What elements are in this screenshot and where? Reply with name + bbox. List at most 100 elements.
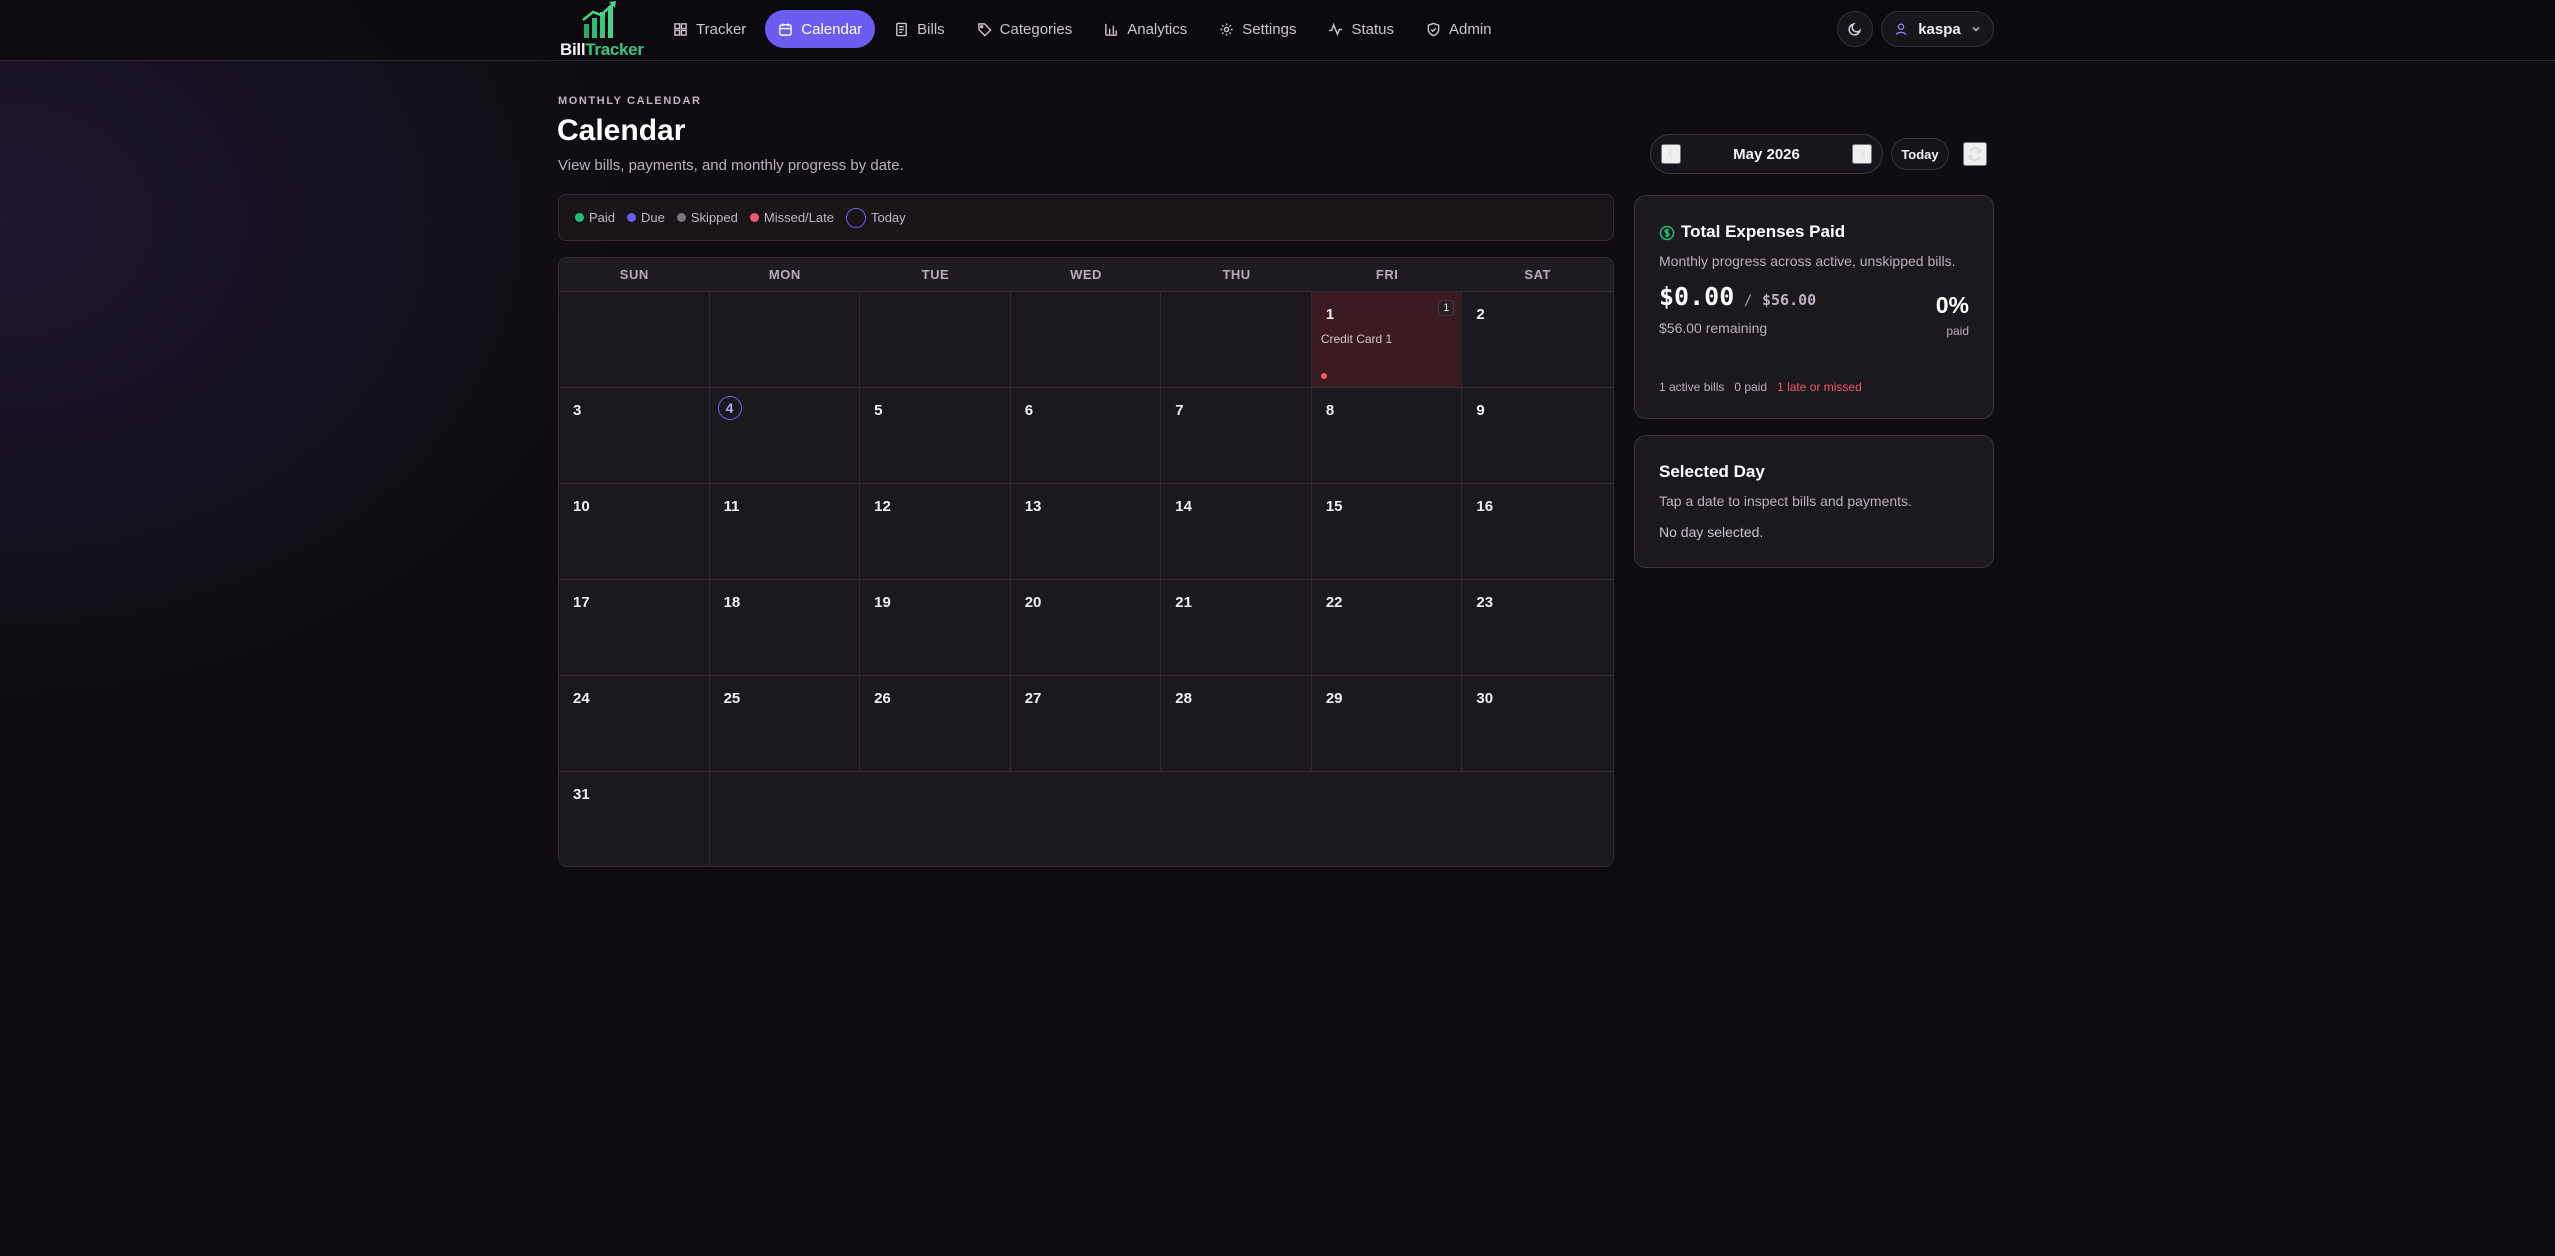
nav-label: Status: [1351, 20, 1394, 38]
grid-icon: [674, 22, 687, 36]
calendar-day-6[interactable]: 6: [1010, 388, 1162, 484]
nav-label: Bills: [917, 20, 945, 38]
calendar-day-21[interactable]: 21: [1161, 580, 1312, 676]
weekday-tue: TUE: [921, 267, 950, 282]
calendar-day-27[interactable]: 27: [1010, 676, 1162, 772]
expenses-title: Total Expenses Paid: [1681, 222, 1846, 241]
calendar-empty-cell: [1010, 292, 1162, 388]
missed-dot-icon: [749, 213, 759, 222]
next-month-button[interactable]: [1852, 144, 1872, 164]
day-number: 8: [1325, 402, 1335, 419]
logo-wordmark: BillTracker: [560, 40, 644, 60]
calendar-day-7[interactable]: 7: [1161, 388, 1312, 484]
selected-day-subtitle: Tap a date to inspect bills and payments…: [1659, 493, 1912, 509]
calendar-day-9[interactable]: 9: [1462, 388, 1613, 484]
theme-toggle-button[interactable]: [1837, 11, 1873, 47]
expenses-subtitle: Monthly progress across active, unskippe…: [1659, 253, 1956, 269]
calendar-day-3[interactable]: 3: [559, 388, 710, 484]
calendar-day-13[interactable]: 13: [1010, 484, 1162, 580]
user-menu-button[interactable]: kaspa: [1881, 11, 1994, 47]
previous-month-button[interactable]: [1661, 144, 1681, 164]
calendar-day-19[interactable]: 19: [860, 580, 1011, 676]
day-number: 2: [1476, 306, 1485, 323]
tag-icon: [977, 22, 992, 37]
nav-bills[interactable]: Bills: [881, 10, 958, 48]
nav-status[interactable]: Status: [1315, 10, 1407, 48]
nav-calendar[interactable]: Calendar: [765, 10, 876, 48]
amount-remaining: $56.00 remaining: [1659, 320, 1768, 336]
calendar-day-8[interactable]: 8: [1311, 388, 1463, 484]
day-number: 1: [1325, 306, 1335, 323]
weekday-fri: FRI: [1375, 267, 1399, 282]
calendar-day-4-today[interactable]: 4: [709, 388, 861, 484]
day-number: 5: [874, 402, 883, 419]
calendar-day-23[interactable]: 23: [1462, 580, 1613, 676]
today-button[interactable]: Today: [1891, 138, 1949, 170]
calendar-day-12[interactable]: 12: [860, 484, 1011, 580]
day-number: 21: [1175, 594, 1192, 611]
weekday-thu: THU: [1222, 267, 1251, 282]
calendar-day-15[interactable]: 15: [1311, 484, 1463, 580]
nav-label: Settings: [1242, 20, 1297, 38]
nav-admin[interactable]: Admin: [1413, 10, 1505, 48]
status-legend: Paid Due Skipped Missed/Late Today: [558, 194, 1614, 241]
moon-icon: [1848, 22, 1862, 36]
calendar-day-5[interactable]: 5: [860, 388, 1011, 484]
calendar-day-31[interactable]: 31: [559, 772, 710, 866]
day-number: 15: [1325, 498, 1343, 515]
percent-paid-label: paid: [1946, 324, 1969, 338]
amount-total: $56.00: [1761, 291, 1817, 309]
day-number: 18: [723, 594, 741, 611]
calendar-day-14[interactable]: 14: [1161, 484, 1312, 580]
no-day-selected-text: No day selected.: [1659, 524, 1764, 540]
day-number: 10: [573, 498, 590, 515]
weekday-sun: SUN: [619, 267, 649, 282]
late-missed-count: 1 late or missed: [1777, 380, 1862, 394]
calendar-day-30[interactable]: 30: [1462, 676, 1613, 772]
current-month-label: May 2026: [1733, 145, 1800, 163]
calendar-day-29[interactable]: 29: [1311, 676, 1463, 772]
calendar-day-17[interactable]: 17: [559, 580, 710, 676]
nav-categories[interactable]: Categories: [964, 10, 1086, 48]
calendar-day-24[interactable]: 24: [559, 676, 710, 772]
refresh-button[interactable]: [1963, 142, 1987, 166]
expenses-amount: $0.00 / $56.00: [1659, 282, 1816, 311]
active-bills-count: 1 active bills: [1659, 380, 1725, 394]
bill-name: Credit Card 1: [1320, 332, 1393, 346]
selected-day-title: Selected Day: [1659, 462, 1765, 481]
paid-dot-icon: [575, 213, 584, 222]
logo-word-bill: Bill: [560, 40, 586, 59]
calendar-day-22[interactable]: 22: [1311, 580, 1463, 676]
calendar-empty-cell: [1161, 292, 1312, 388]
due-dot-icon: [627, 213, 637, 222]
calendar-empty-cell: [709, 292, 861, 388]
calendar-day-18[interactable]: 18: [709, 580, 861, 676]
nav-label: Categories: [999, 20, 1073, 38]
calendar-day-11[interactable]: 11: [709, 484, 861, 580]
nav-tracker[interactable]: Tracker: [660, 10, 759, 48]
page-subtitle: View bills, payments, and monthly progre…: [558, 157, 904, 174]
day-number: 9: [1476, 402, 1485, 419]
page-title: Calendar: [557, 114, 686, 147]
calendar-day-2[interactable]: 2: [1462, 292, 1613, 388]
selected-day-card: Selected Day Tap a date to inspect bills…: [1634, 435, 1994, 568]
nav-label: Calendar: [801, 20, 863, 38]
calendar-day-16[interactable]: 16: [1462, 484, 1613, 580]
legend-today: Today: [845, 207, 906, 228]
weekday-mon: MON: [768, 267, 801, 282]
bill-tracker-logo[interactable]: BillTracker: [558, 0, 644, 60]
calendar-day-20[interactable]: 20: [1010, 580, 1162, 676]
calendar-empty-cell: [709, 772, 1613, 866]
total-expenses-card: Total Expenses Paid Monthly progress acr…: [1634, 195, 1994, 419]
calendar-day-1[interactable]: 1 1 Credit Card 1: [1311, 292, 1463, 388]
calendar-grid: 1 1 Credit Card 1 2 3 4 5 6 7 8 9 10 11 …: [559, 292, 1613, 866]
calendar-day-25[interactable]: 25: [709, 676, 861, 772]
nav-analytics[interactable]: Analytics: [1091, 10, 1200, 48]
weekday-sat: SAT: [1524, 267, 1551, 282]
calendar-day-10[interactable]: 10: [559, 484, 710, 580]
calendar-day-28[interactable]: 28: [1161, 676, 1312, 772]
calendar-day-26[interactable]: 26: [860, 676, 1011, 772]
day-number: 29: [1325, 690, 1343, 707]
nav-settings[interactable]: Settings: [1206, 10, 1309, 48]
legend-due: Due: [627, 210, 665, 225]
